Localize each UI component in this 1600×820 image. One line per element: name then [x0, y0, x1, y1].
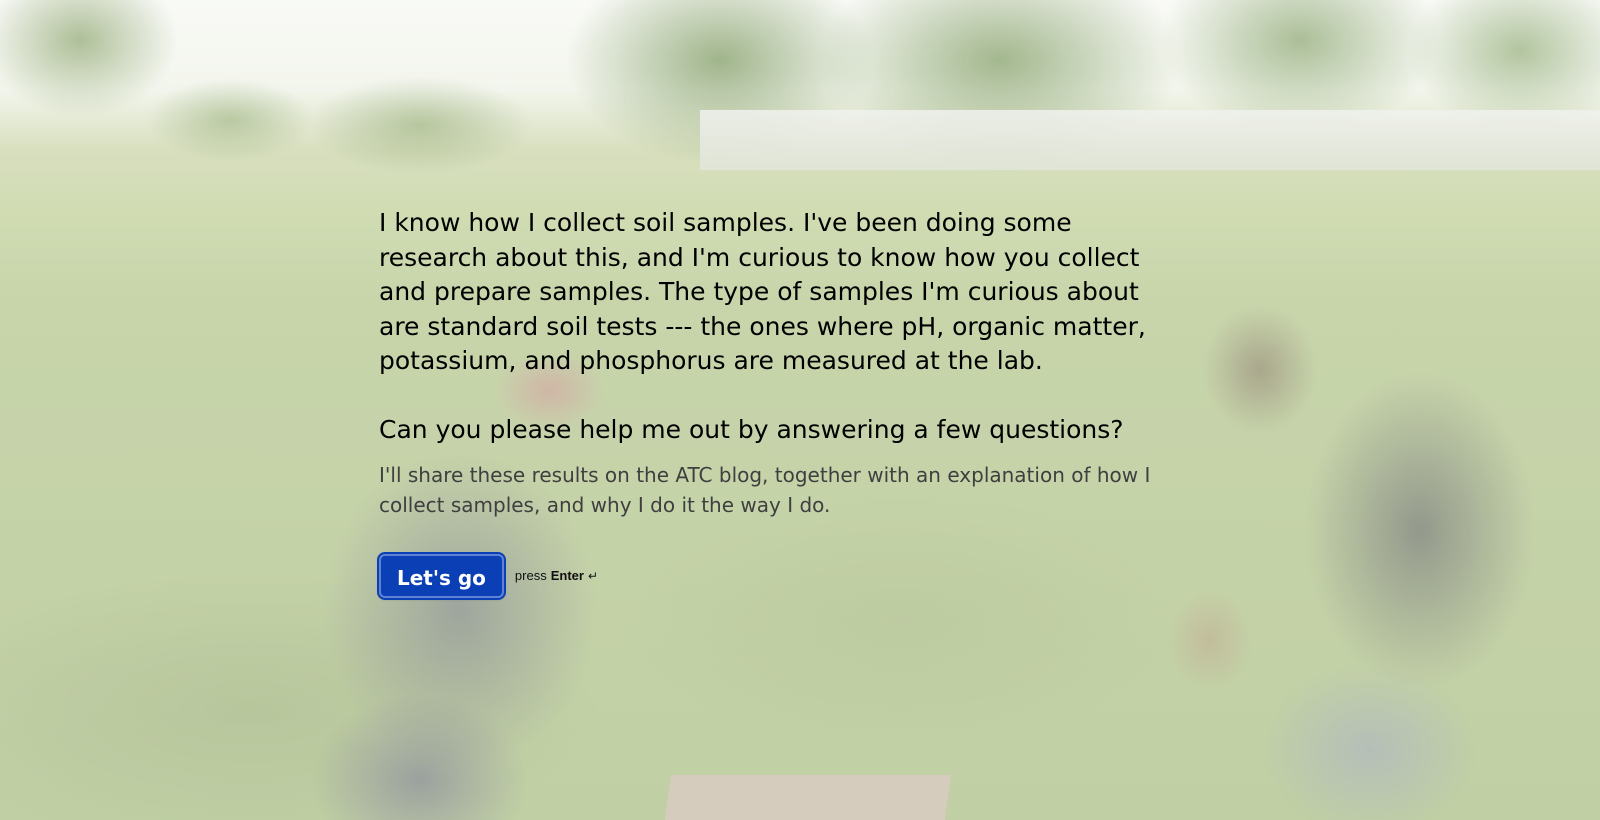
enter-key-icon: ↵: [587, 568, 599, 583]
lets-go-button[interactable]: Let's go: [377, 551, 506, 600]
welcome-screen: I know how I collect soil samples. I've …: [377, 206, 1159, 600]
hint-key: Enter: [550, 568, 584, 583]
action-row: Let's go press Enter ↵: [377, 551, 1159, 600]
welcome-description: I'll share these results on the ATC blog…: [379, 462, 1151, 517]
hint-prefix: press: [514, 568, 547, 583]
press-enter-hint: press Enter ↵: [515, 568, 598, 583]
welcome-paragraph: I know how I collect soil samples. I've …: [379, 208, 1146, 444]
